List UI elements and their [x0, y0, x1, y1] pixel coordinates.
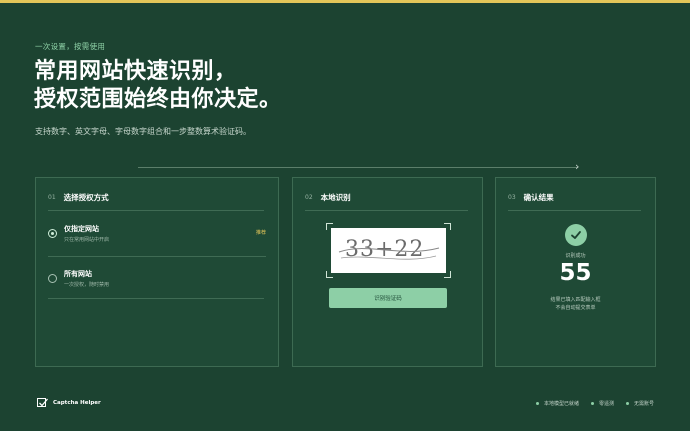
divider — [508, 210, 641, 211]
result-note: 结果已填入匹配输入框 不会自动提交表单 — [496, 296, 655, 312]
divider — [48, 210, 264, 211]
captcha-noise-lines — [338, 247, 440, 260]
step-card-authorization: 01 选择授权方式 仅指定网站 只在常用网站中开启 推荐 所有网站 一次授权，随… — [35, 177, 279, 367]
eyebrow-text: 一次设置，按需使用 — [35, 42, 106, 51]
result-status-label: 识别成功 — [565, 253, 586, 259]
checkbox-logo-icon — [37, 398, 48, 407]
status-dot-icon — [625, 402, 629, 405]
option-specific-sites[interactable]: 仅指定网站 只在常用网站中开启 推荐 — [48, 212, 266, 256]
status-text: 无需账号 — [633, 401, 654, 407]
footer-brand: Captcha Helper — [37, 398, 101, 407]
divider — [305, 210, 468, 211]
card-header: 03 确认结果 — [508, 192, 554, 203]
headline-line-1: 常用网站快速识别， — [34, 59, 237, 84]
status-item: 本地模型已就绪 — [535, 400, 579, 407]
option-description: 只在常用网站中开启 — [64, 237, 110, 243]
status-text: 本地模型已就绪 — [543, 401, 579, 407]
divider — [48, 298, 264, 299]
captcha-frame: 33+22 — [326, 223, 451, 278]
flow-line — [138, 167, 578, 168]
captcha-image: 33+22 — [331, 228, 446, 273]
step-card-confirm-result: 03 确认结果 识别成功 55 结果已填入匹配输入框 不会自动提交表单 — [495, 177, 656, 367]
recognize-captcha-button[interactable]: 识别验证码 — [329, 288, 447, 308]
brand-name: Captcha Helper — [53, 399, 101, 406]
card-title: 选择授权方式 — [63, 193, 109, 202]
card-title: 本地识别 — [320, 193, 351, 202]
status-item: 无需账号 — [625, 400, 654, 407]
top-accent-bar — [0, 0, 690, 3]
hero-subtitle: 支持数字、英文字母、字母数字组合和一步整数算术验证码。 — [35, 127, 251, 136]
radio-unselected-icon[interactable] — [48, 274, 57, 283]
status-dot-icon — [590, 402, 594, 405]
step-number: 02 — [305, 194, 313, 201]
recommended-badge: 推荐 — [255, 230, 266, 236]
step-number: 01 — [48, 194, 56, 201]
result-note-line: 不会自动提交表单 — [555, 305, 596, 311]
status-text: 零遥测 — [598, 401, 614, 407]
hero-headline: 常用网站快速识别， 授权范围始终由你决定。 — [34, 58, 282, 114]
result-note-line: 结果已填入匹配输入框 — [550, 297, 601, 303]
card-header: 01 选择授权方式 — [48, 192, 109, 203]
option-all-sites[interactable]: 所有网站 一次授权，随时禁用 — [48, 256, 266, 300]
footer-status-list: 本地模型已就绪 零遥测 无需账号 — [524, 400, 654, 407]
status-dot-icon — [535, 402, 539, 405]
option-title: 所有网站 — [64, 270, 92, 278]
arrow-right-icon: › — [575, 160, 580, 173]
step-card-local-recognition: 02 本地识别 33+22 识别验证码 — [292, 177, 483, 367]
card-title: 确认结果 — [523, 193, 554, 202]
headline-line-2: 授权范围始终由你决定。 — [34, 87, 282, 112]
option-title: 仅指定网站 — [64, 225, 99, 233]
result-value: 55 — [559, 260, 592, 286]
status-item: 零遥测 — [590, 400, 614, 407]
card-header: 02 本地识别 — [305, 192, 351, 203]
radio-selected-icon[interactable] — [48, 229, 57, 238]
option-description: 一次授权，随时禁用 — [64, 282, 110, 288]
step-number: 03 — [508, 194, 516, 201]
check-circle-icon — [565, 224, 587, 246]
